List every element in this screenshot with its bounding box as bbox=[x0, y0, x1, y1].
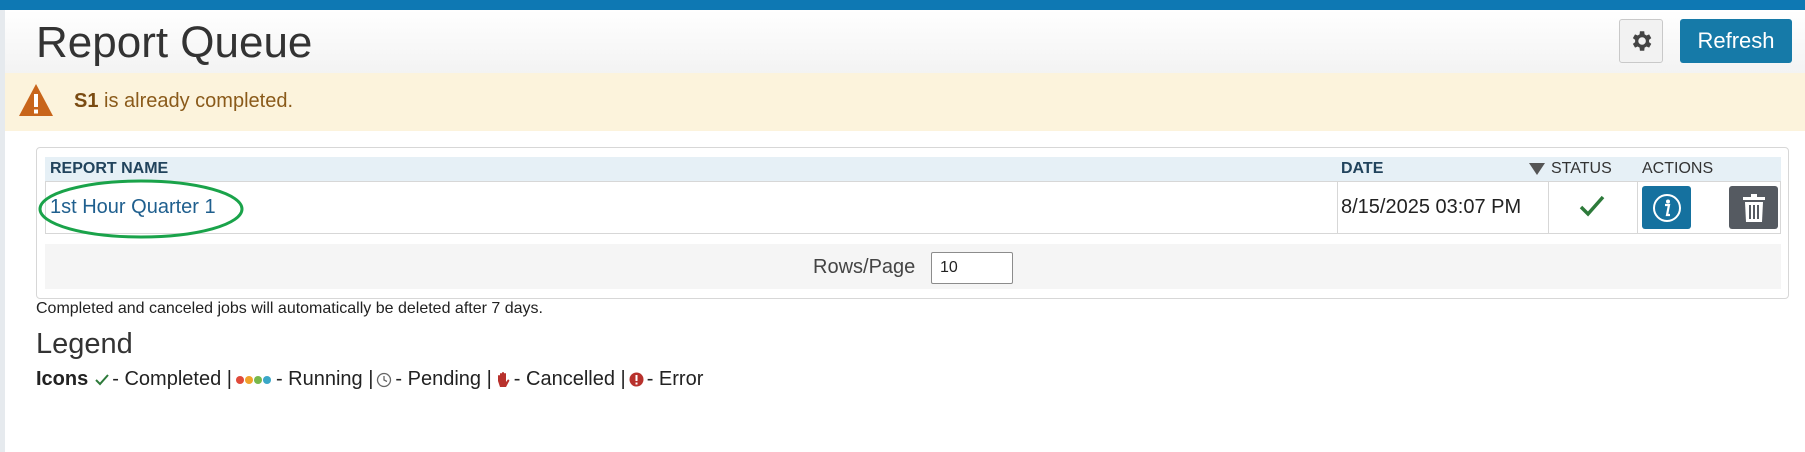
gear-icon bbox=[1632, 31, 1652, 51]
legend-icons-label: Icons bbox=[36, 368, 89, 390]
report-name-link[interactable]: 1st Hour Quarter 1 bbox=[50, 196, 216, 219]
alert-message: S1 is already completed. bbox=[74, 90, 293, 113]
legend-cancelled: - Cancelled | bbox=[513, 368, 626, 390]
trash-icon bbox=[1742, 193, 1765, 222]
clock-icon bbox=[377, 372, 392, 387]
cell-divider bbox=[1337, 181, 1338, 234]
settings-button[interactable] bbox=[1619, 19, 1663, 63]
delete-button[interactable] bbox=[1729, 186, 1778, 229]
info-icon bbox=[1652, 193, 1681, 222]
auto-delete-note: Completed and canceled jobs will automat… bbox=[36, 300, 543, 317]
legend-title: Legend bbox=[36, 328, 133, 360]
page-title: Report Queue bbox=[36, 18, 313, 67]
alert-banner: S1 is already completed. bbox=[5, 73, 1805, 131]
check-icon bbox=[1579, 195, 1605, 217]
legend-pending: - Pending | bbox=[395, 368, 492, 390]
rows-per-page-input[interactable] bbox=[931, 252, 1013, 284]
warning-icon bbox=[19, 84, 53, 116]
top-accent-bar bbox=[0, 0, 1805, 10]
info-button[interactable] bbox=[1642, 186, 1691, 229]
running-dots-icon bbox=[235, 375, 271, 384]
column-header-status: STATUS bbox=[1550, 157, 1640, 181]
legend-error: - Error bbox=[646, 368, 704, 390]
column-header-date-label: DATE bbox=[1341, 160, 1384, 177]
check-icon bbox=[95, 373, 109, 385]
legend-completed: - Completed | bbox=[112, 368, 232, 390]
cell-divider bbox=[1637, 181, 1638, 234]
column-header-actions: ACTIONS bbox=[1640, 157, 1781, 181]
cell-divider bbox=[1548, 181, 1549, 234]
page-header: Report Queue Refresh bbox=[5, 10, 1805, 73]
refresh-button[interactable]: Refresh bbox=[1680, 19, 1792, 63]
hand-stop-icon bbox=[497, 371, 510, 387]
legend-icons: Icons - Completed | - Running | - Pendin… bbox=[36, 368, 703, 391]
legend-running: - Running | bbox=[275, 368, 374, 390]
alert-text: is already completed. bbox=[98, 90, 294, 112]
column-header-date[interactable]: DATE bbox=[1337, 157, 1550, 181]
sort-desc-icon bbox=[1529, 163, 1545, 175]
alert-subject: S1 bbox=[74, 90, 99, 112]
report-date: 8/15/2025 03:07 PM bbox=[1341, 196, 1522, 218]
error-icon bbox=[629, 372, 644, 387]
rows-per-page-label: Rows/Page bbox=[813, 256, 916, 278]
